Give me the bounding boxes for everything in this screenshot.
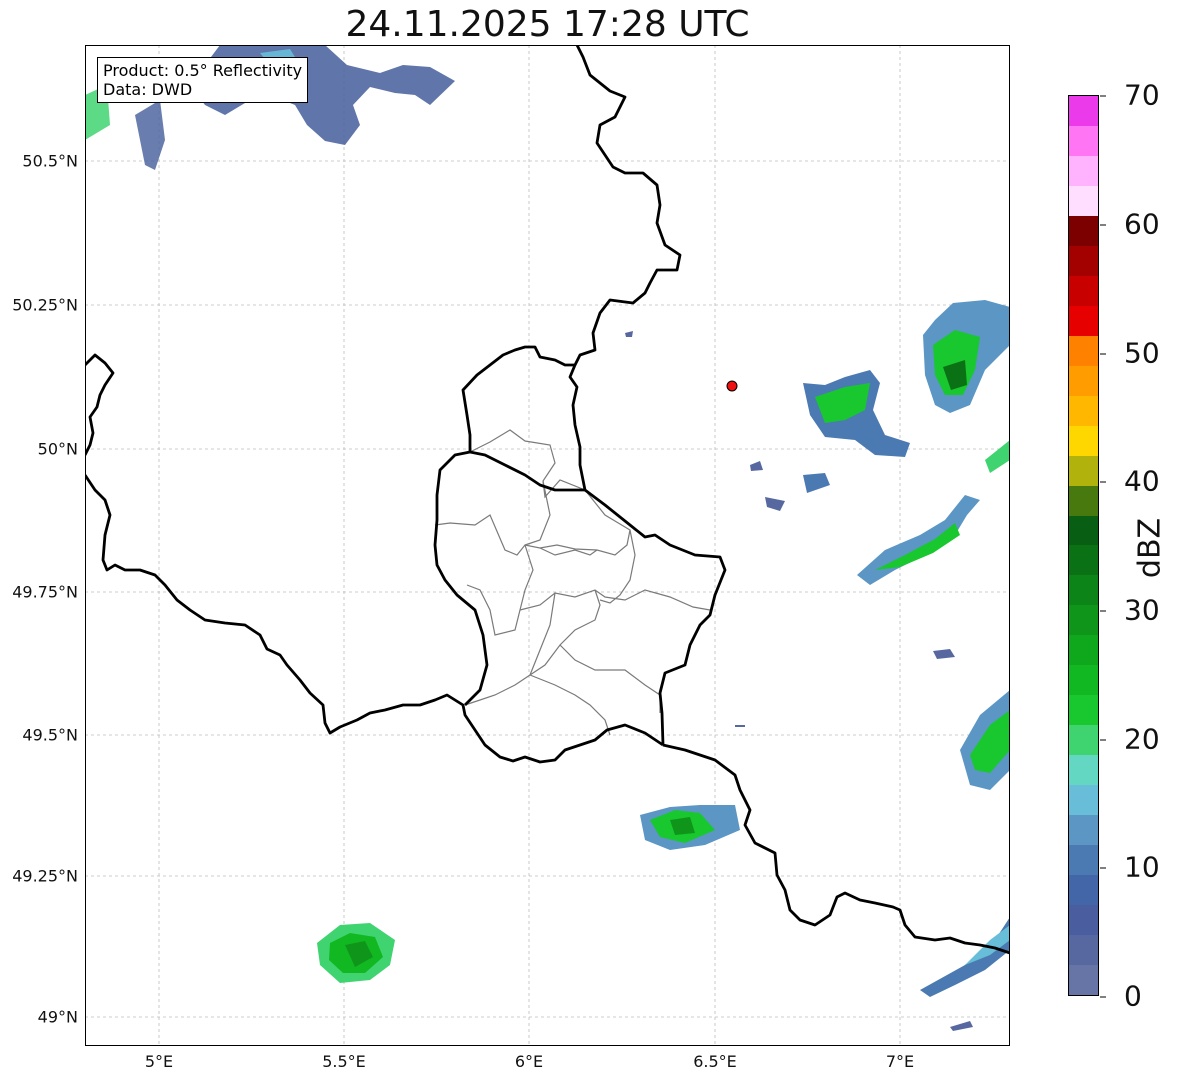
colorbar-segment [1069, 815, 1098, 846]
colorbar-segment [1069, 845, 1098, 876]
map-title: 24.11.2025 17:28 UTC [345, 4, 750, 45]
colorbar-segment [1069, 545, 1098, 576]
colorbar-segment [1069, 425, 1098, 456]
colorbar-segment [1069, 395, 1098, 426]
colorbar-segment [1069, 905, 1098, 936]
colorbar-segment [1069, 875, 1098, 906]
colorbar-segment [1069, 365, 1098, 396]
colorbar-segment [1069, 935, 1098, 966]
colorbar-tick: 60 [1100, 208, 1160, 241]
radar-site-marker [726, 380, 738, 392]
colorbar-segment [1069, 485, 1098, 516]
colorbar-segment [1069, 455, 1098, 486]
colorbar-tick: 0 [1100, 980, 1142, 1013]
colorbar-segment [1069, 785, 1098, 816]
x-tick-label: 7°E [885, 1052, 915, 1071]
y-tick-label: 49.25°N [12, 866, 78, 886]
info-data-source: Data: DWD [103, 80, 193, 99]
colorbar-tick: 50 [1100, 337, 1160, 370]
radar-map [85, 45, 1010, 1046]
x-tick-label: 6.5°E [693, 1052, 737, 1071]
colorbar-segment [1069, 215, 1098, 246]
echo-sliver1 [735, 725, 745, 727]
colorbar-segment [1069, 335, 1098, 366]
x-tick-label: 6°E [514, 1052, 544, 1071]
colorbar-segment [1069, 185, 1098, 216]
x-tick-label: 5.5°E [322, 1052, 366, 1071]
colorbar-segment [1069, 965, 1098, 995]
colorbar-segment [1069, 515, 1098, 546]
colorbar-segment [1069, 125, 1098, 156]
info-product: Product: 0.5° Reflectivity [103, 61, 303, 80]
y-tick-label: 49°N [37, 1007, 78, 1027]
map-background [85, 45, 1010, 1046]
y-tick-label: 49.5°N [22, 725, 78, 745]
colorbar-segment [1069, 305, 1098, 336]
y-tick-label: 50.25°N [12, 295, 78, 315]
colorbar-segment [1069, 695, 1098, 726]
colorbar-tick: 10 [1100, 851, 1160, 884]
colorbar-tick: 20 [1100, 723, 1160, 756]
colorbar-tick: 30 [1100, 594, 1160, 627]
colorbar-segment [1069, 275, 1098, 306]
colorbar-label: dBZ [1132, 517, 1168, 579]
colorbar-segment [1069, 755, 1098, 786]
x-tick-label: 5°E [144, 1052, 174, 1071]
colorbar-segment [1069, 575, 1098, 606]
colorbar-segment [1069, 605, 1098, 636]
colorbar [1068, 95, 1099, 996]
colorbar-segment [1069, 665, 1098, 696]
colorbar-tick: 40 [1100, 465, 1160, 498]
colorbar-segment [1069, 245, 1098, 276]
colorbar-tick: 70 [1100, 79, 1160, 112]
colorbar-segment [1069, 155, 1098, 186]
colorbar-segment [1069, 635, 1098, 666]
colorbar-segment [1069, 95, 1098, 126]
y-tick-label: 50°N [37, 439, 78, 459]
colorbar-segment [1069, 725, 1098, 756]
y-tick-label: 49.75°N [12, 582, 78, 602]
info-box: Product: 0.5° Reflectivity Data: DWD [97, 57, 309, 103]
y-tick-label: 50.5°N [22, 151, 78, 171]
